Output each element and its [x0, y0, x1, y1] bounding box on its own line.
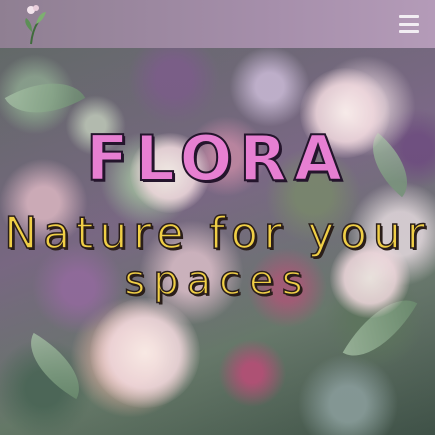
flower-decoration	[90, 298, 200, 408]
hero-subtitle-line2: spaces	[124, 257, 311, 305]
hero-title: FLORA	[85, 121, 350, 196]
hamburger-menu-icon[interactable]	[399, 15, 419, 33]
hero-subtitle-line1: Nature for your	[3, 207, 431, 260]
leaf-sprout-icon[interactable]	[14, 2, 48, 46]
top-bar	[0, 0, 435, 48]
